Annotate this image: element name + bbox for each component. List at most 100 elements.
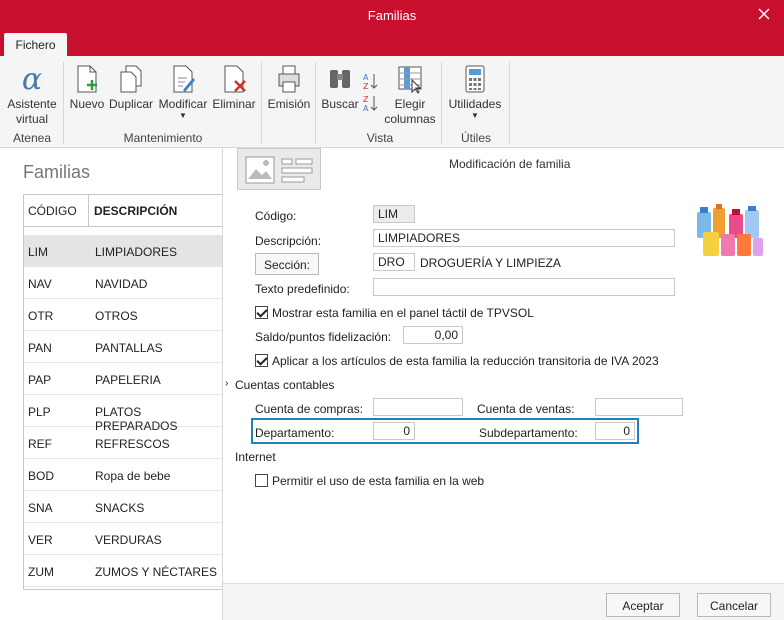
calculator-icon <box>465 65 485 93</box>
printer-icon <box>278 65 300 93</box>
table-row[interactable]: SNA SNACKS <box>24 491 222 523</box>
form-title: Modificación de familia <box>449 157 571 171</box>
table-row[interactable]: REF REFRESCOS <box>24 427 222 459</box>
sort-buttons[interactable]: AZZA <box>361 70 379 114</box>
duplicar-button[interactable]: Duplicar <box>107 64 155 112</box>
buscar-button[interactable]: Buscar <box>320 64 360 112</box>
form-card-icon <box>245 156 313 184</box>
group-vista: Vista <box>366 131 394 145</box>
row-description: NAVIDAD <box>95 277 148 291</box>
ribbon-separator <box>509 62 510 144</box>
saldo-label: Saldo/puntos fidelización: <box>255 330 392 344</box>
svg-text:A: A <box>363 73 369 82</box>
row-code: NAV <box>28 277 52 291</box>
sort-icon: AZZA <box>363 73 378 113</box>
elegir-columnas-button[interactable]: Elegir columnas <box>383 64 437 127</box>
table-row[interactable]: PAN PANTALLAS <box>24 331 222 363</box>
svg-text:α: α <box>22 64 42 94</box>
table-row[interactable]: BOD Ropa de bebe <box>24 459 222 491</box>
saldo-field[interactable]: 0,00 <box>403 326 463 344</box>
row-code: VER <box>28 533 53 547</box>
table-row[interactable]: LIM LIMPIADORES <box>24 235 222 267</box>
family-form-panel: Modificación de familia Código: LIM Desc… <box>222 148 784 620</box>
new-document-icon <box>77 65 97 93</box>
modificar-dropdown-icon: ▼ <box>179 111 187 120</box>
mostrar-checkbox[interactable] <box>255 306 268 319</box>
codigo-label: Código: <box>255 209 297 223</box>
departamento-field[interactable]: 0 <box>373 422 415 440</box>
descripcion-label: Descripción: <box>255 234 322 248</box>
row-code: LIM <box>28 245 49 259</box>
row-code: PAP <box>28 373 52 387</box>
row-description: ZUMOS Y NÉCTARES <box>95 565 218 579</box>
title-bar: Familias <box>0 0 784 31</box>
mostrar-label: Mostrar esta familia en el panel táctil … <box>272 306 534 320</box>
columns-icon <box>398 66 422 94</box>
utilidades-button[interactable]: Utilidades ▼ <box>446 64 504 120</box>
column-header-descripcion[interactable]: DESCRIPCIÓN <box>94 204 177 218</box>
footer-bar: Aceptar Cancelar <box>223 583 784 620</box>
alpha-icon: α <box>22 64 42 94</box>
row-description: PANTALLAS <box>95 341 163 355</box>
ribbon-separator <box>63 62 64 144</box>
row-code: OTR <box>28 309 54 323</box>
duplicar-label: Duplicar <box>108 97 153 111</box>
row-code: PAN <box>28 341 52 355</box>
eliminar-label: Eliminar <box>212 97 256 111</box>
list-title: Familias <box>23 162 91 182</box>
seccion-button[interactable]: Sección: <box>255 253 319 275</box>
ribbon-separator <box>315 62 316 144</box>
aplicar-iva-checkbox[interactable] <box>255 354 268 367</box>
duplicate-icon <box>120 65 142 93</box>
nuevo-button[interactable]: Nuevo <box>68 64 106 112</box>
menu-bar: Fichero <box>0 31 784 56</box>
cancelar-button[interactable]: Cancelar <box>697 593 771 617</box>
subdepartamento-field[interactable]: 0 <box>595 422 635 440</box>
asistente-virtual-button[interactable]: α Asistente virtual <box>4 64 60 127</box>
seccion-code-field[interactable]: DRO <box>373 253 415 271</box>
emision-button[interactable]: Emisión <box>266 64 312 112</box>
aceptar-button[interactable]: Aceptar <box>606 593 680 617</box>
tab-fichero[interactable]: Fichero <box>4 33 67 56</box>
edit-document-icon <box>173 65 195 93</box>
row-code: PLP <box>28 405 51 419</box>
chevron-right-icon[interactable]: › <box>225 378 228 389</box>
table-row[interactable]: ZUM ZUMOS Y NÉCTARES <box>24 555 222 587</box>
row-description: Ropa de bebe <box>95 469 171 483</box>
table-row[interactable]: OTR OTROS <box>24 299 222 331</box>
close-icon[interactable] <box>754 4 774 24</box>
cuenta-ventas-field[interactable] <box>595 398 683 416</box>
row-code: SNA <box>28 501 53 515</box>
svg-text:A: A <box>363 104 369 113</box>
emision-label: Emisión <box>267 97 311 111</box>
svg-text:Z: Z <box>363 95 369 104</box>
cuenta-compras-label: Cuenta de compras: <box>255 402 364 416</box>
ribbon-separator <box>441 62 442 144</box>
column-header-codigo[interactable]: CÓDIGO <box>28 204 77 218</box>
asistente-label-1: Asistente <box>7 97 57 111</box>
departamento-label: Departamento: <box>255 426 335 440</box>
table-row[interactable]: NAV NAVIDAD <box>24 267 222 299</box>
texto-predefinido-field[interactable] <box>373 278 675 296</box>
row-code: REF <box>28 437 52 451</box>
descripcion-field[interactable]: LIMPIADORES <box>373 229 675 247</box>
codigo-field[interactable]: LIM <box>373 205 415 223</box>
row-description: VERDURAS <box>95 533 162 547</box>
row-description: REFRESCOS <box>95 437 170 451</box>
table-row[interactable]: PLP PLATOS PREPARADOS <box>24 395 222 433</box>
cuenta-compras-field[interactable] <box>373 398 463 416</box>
seccion-name: DROGUERÍA Y LIMPIEZA <box>420 256 561 270</box>
window-title: Familias <box>367 8 417 23</box>
cuentas-contables-label[interactable]: Cuentas contables <box>235 378 334 392</box>
table-row[interactable]: VER VERDURAS <box>24 523 222 555</box>
grid-header: CÓDIGO DESCRIPCIÓN <box>24 195 222 227</box>
aplicar-iva-label: Aplicar a los artículos de esta familia … <box>272 354 659 368</box>
family-list-panel: Familias CÓDIGO DESCRIPCIÓN LIM LIMPIADOR… <box>0 148 222 620</box>
cuenta-ventas-label: Cuenta de ventas: <box>477 402 575 416</box>
modificar-button[interactable]: Modificar ▼ <box>156 64 210 120</box>
eliminar-button[interactable]: Eliminar <box>211 64 257 112</box>
grid-rows: LIM LIMPIADORES NAV NAVIDAD OTR OTROS PAN PANTA… <box>24 235 222 587</box>
group-atenea: Atenea <box>12 131 52 145</box>
permitir-web-checkbox[interactable] <box>255 474 268 487</box>
table-row[interactable]: PAP PAPELERIA <box>24 363 222 395</box>
